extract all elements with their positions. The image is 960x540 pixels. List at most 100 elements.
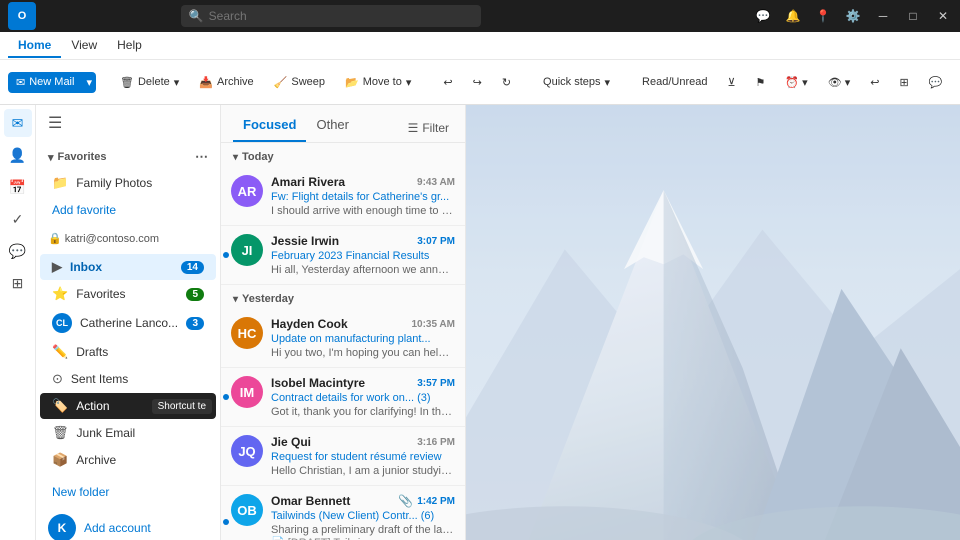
ribbon-tabs: Home View Help (0, 32, 960, 60)
nav-mail-icon[interactable]: ✉ (4, 109, 32, 137)
filter-button[interactable]: ☰ Filter (404, 117, 453, 139)
new-mail-icon: ✉ (16, 76, 25, 89)
sidebar-item-inbox[interactable]: ▶ Inbox 14 (40, 254, 216, 280)
new-mail-button[interactable]: ✉ New Mail (8, 72, 82, 93)
favorites-section-header[interactable]: ▾ Favorites ⋯ (36, 145, 220, 169)
sidebar-item-sent[interactable]: ⊙ Sent Items (40, 366, 216, 392)
email-preview: I should arrive with enough time to atte… (271, 205, 455, 217)
favorites-label: Favorites (58, 151, 107, 163)
delete-button[interactable]: 🗑 Delete ▾ (112, 72, 187, 93)
location-icon[interactable]: 📍 (814, 7, 832, 25)
tab-home[interactable]: Home (8, 34, 61, 58)
email-content: Isobel Macintyre 3:57 PM Contract detail… (271, 376, 455, 418)
sidebar-item-action[interactable]: 🏷️ Action Shortcut te (40, 393, 216, 419)
minimize-button[interactable]: ─ (874, 7, 892, 25)
email-content: Jessie Irwin 3:07 PM February 2023 Finan… (271, 234, 455, 276)
tab-focused[interactable]: Focused (233, 113, 306, 142)
sent-icon: ⊙ (52, 371, 63, 387)
app-logo: O (8, 2, 36, 30)
email-item[interactable]: JQ Jie Qui 3:16 PM Request for student r… (221, 427, 465, 486)
sidebar-item-catherine[interactable]: CL Catherine Lanco... 3 (40, 308, 216, 338)
move-to-button[interactable]: 📂 Move to ▾ (337, 72, 419, 93)
redo2-button[interactable]: ↻ (494, 72, 519, 93)
filter-button[interactable]: ⊻ (719, 72, 743, 93)
comment-button[interactable]: 💬 (921, 72, 951, 93)
email-item[interactable]: IM Isobel Macintyre 3:57 PM Contract det… (221, 368, 465, 427)
date-divider-today: ▾ Today (221, 143, 465, 167)
nav-calendar-icon[interactable]: 📅 (4, 173, 32, 201)
email-item[interactable]: AR Amari Rivera 9:43 AM Fw: Flight detai… (221, 167, 465, 226)
email-subject: Request for student résumé review (271, 451, 455, 463)
search-input[interactable] (181, 5, 481, 27)
sidebar-item-archive[interactable]: 📦 Archive (40, 447, 216, 473)
read-unread-button[interactable]: Read/Unread (634, 72, 715, 92)
sidebar-item-drafts[interactable]: ✏️ Drafts (40, 339, 216, 365)
sidebar-main-section: ▶ Inbox 14 ⭐ Favorites 5 CL Catherine La… (36, 249, 220, 478)
email-preview: Sharing a preliminary draft of the lates… (271, 524, 455, 536)
close-button[interactable]: ✕ (934, 7, 952, 25)
clock-button[interactable]: ⏰ ▾ (777, 72, 815, 93)
email-item[interactable]: OB Omar Bennett 📎 1:42 PM Tailwinds (New… (221, 486, 465, 540)
new-folder-link[interactable]: New folder (40, 480, 216, 504)
new-mail-group: ✉ New Mail ▾ (8, 72, 96, 93)
new-mail-dropdown[interactable]: ▾ (82, 72, 96, 93)
redo-button[interactable]: ↪ (465, 72, 490, 93)
more-button[interactable]: ... (954, 72, 960, 92)
favorites-chevron: ▾ (48, 151, 54, 164)
email-preview: Got it, thank you for clarifying! In tha… (271, 406, 455, 418)
email-content: Jie Qui 3:16 PM Request for student résu… (271, 435, 455, 477)
sidebar-item-family-photos[interactable]: 📁 Family Photos (40, 170, 216, 196)
preview-pane (466, 105, 960, 540)
bell-icon[interactable]: 🔔 (784, 7, 802, 25)
search-icon: 🔍 (189, 9, 204, 23)
sweep-button[interactable]: 🧹 Sweep (266, 72, 333, 93)
tab-other[interactable]: Other (306, 113, 359, 142)
sidebar-footer[interactable]: K Add account (36, 506, 220, 540)
chat-icon[interactable]: 💬 (754, 7, 772, 25)
email-sender: Jie Qui 3:16 PM (271, 435, 455, 449)
email-content: Hayden Cook 10:35 AM Update on manufactu… (271, 317, 455, 359)
nav-people-icon[interactable]: 👤 (4, 141, 32, 169)
flag-button[interactable]: ⚑ (748, 72, 774, 93)
unread-indicator (223, 252, 229, 258)
avatar: HC (231, 317, 263, 349)
sidebar-item-favorites[interactable]: ⭐ Favorites 5 (40, 281, 216, 307)
chevron-down-icon: ▾ (233, 152, 238, 163)
archive-button[interactable]: 📥 Archive (191, 72, 261, 93)
favorites-action-icon[interactable]: ⋯ (195, 149, 208, 165)
sidebar-favorites-section: ▾ Favorites ⋯ 📁 Family Photos Add favori… (36, 141, 220, 228)
unread-indicator (223, 519, 229, 525)
sidebar-item-junk[interactable]: 🗑 Junk Email (40, 420, 216, 446)
email-subject: Fw: Flight details for Catherine's gr... (271, 191, 455, 203)
email-list: Focused Other ☰ Filter ▾ Today AR Amari … (221, 105, 466, 540)
tab-help[interactable]: Help (107, 34, 152, 58)
undo2-button[interactable]: ↩ (862, 72, 887, 93)
nav-apps-icon[interactable]: ⊞ (4, 269, 32, 297)
star-icon: ⭐ (52, 286, 68, 302)
email-preview: Hello Christian, I am a junior studying … (271, 465, 455, 477)
settings-icon[interactable]: ⚙️ (844, 7, 862, 25)
sweep-icon: 🧹 (274, 76, 288, 89)
email-subject: Update on manufacturing plant... (271, 333, 455, 345)
sidebar: ☰ ▾ Favorites ⋯ 📁 Family Photos Add favo… (36, 105, 221, 540)
nav-chat-icon[interactable]: 💬 (4, 237, 32, 265)
archive-folder-icon: 📦 (52, 452, 68, 468)
undo-button[interactable]: ↩ (435, 72, 460, 93)
email-item[interactable]: JI Jessie Irwin 3:07 PM February 2023 Fi… (221, 226, 465, 285)
email-content: Amari Rivera 9:43 AM Fw: Flight details … (271, 175, 455, 217)
nav-check-icon[interactable]: ✓ (4, 205, 32, 233)
view-button[interactable]: 👁 ▾ (820, 72, 859, 93)
email-item[interactable]: HC Hayden Cook 10:35 AM Update on manufa… (221, 309, 465, 368)
unread-indicator (223, 394, 229, 400)
avatar: AR (231, 175, 263, 207)
grid-button[interactable]: ⊞ (891, 72, 916, 93)
hamburger-menu[interactable]: ☰ (48, 113, 62, 133)
tab-view[interactable]: View (61, 34, 107, 58)
quick-steps-button[interactable]: Quick steps ▾ (535, 72, 618, 93)
email-content: Omar Bennett 📎 1:42 PM Tailwinds (New Cl… (271, 494, 455, 540)
user-avatar: K (48, 514, 76, 540)
add-favorite-link[interactable]: Add favorite (40, 198, 216, 222)
maximize-button[interactable]: □ (904, 7, 922, 25)
nav-icons: ✉ 👤 📅 ✓ 💬 ⊞ (0, 105, 36, 540)
main-content: ✉ 👤 📅 ✓ 💬 ⊞ ☰ ▾ Favorites ⋯ 📁 Family Pho… (0, 105, 960, 540)
